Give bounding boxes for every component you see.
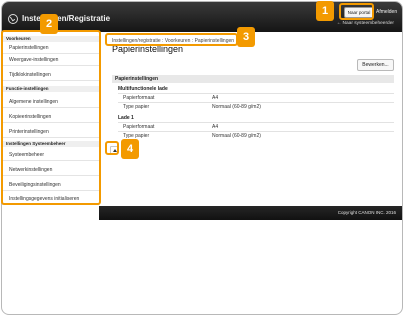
setting-value: Normaal (60-89 g/m2): [212, 133, 261, 139]
copyright-text: Copyright CANON INC. 2016: [337, 210, 396, 215]
callout-badge-1: 1: [316, 1, 334, 21]
callout-frame-2: [1, 30, 101, 205]
callout-frame-1: [339, 3, 374, 20]
edit-button[interactable]: Bewerken...: [357, 59, 394, 71]
back-link-label: Naar systeembeheerder: [342, 21, 394, 26]
divider: [118, 93, 394, 94]
setting-label: Papierformaat: [123, 124, 155, 130]
callout-frame-3: [105, 33, 238, 46]
divider: [118, 131, 394, 132]
divider: [118, 122, 394, 123]
divider: [118, 102, 394, 103]
setting-value: Normaal (60-89 g/m2): [212, 104, 261, 110]
setting-value: A4: [212, 124, 219, 130]
callout-badge-3: 3: [237, 27, 255, 47]
back-to-sysadmin-link[interactable]: ←Naar systeembeheerder: [337, 21, 394, 26]
app-title: Instellingen/Registratie: [22, 14, 111, 23]
settings-check-icon: [8, 14, 18, 24]
setting-value: A4: [212, 95, 219, 101]
section-header: Papierinstellingen: [112, 75, 394, 83]
group-title-drawer-1: Lade 1: [118, 115, 134, 121]
group-title-multipurpose-tray: Multifunctionele lade: [118, 86, 168, 92]
arrow-left-icon: ←: [336, 21, 342, 26]
callout-frame-4: [105, 141, 119, 155]
callout-badge-4: 4: [121, 139, 139, 159]
footer-bar: Copyright CANON INC. 2016: [99, 206, 402, 220]
setting-label: Type papier: [123, 104, 150, 110]
setting-label: Papierformaat: [123, 95, 155, 101]
logout-link[interactable]: Afmelden: [376, 7, 397, 18]
